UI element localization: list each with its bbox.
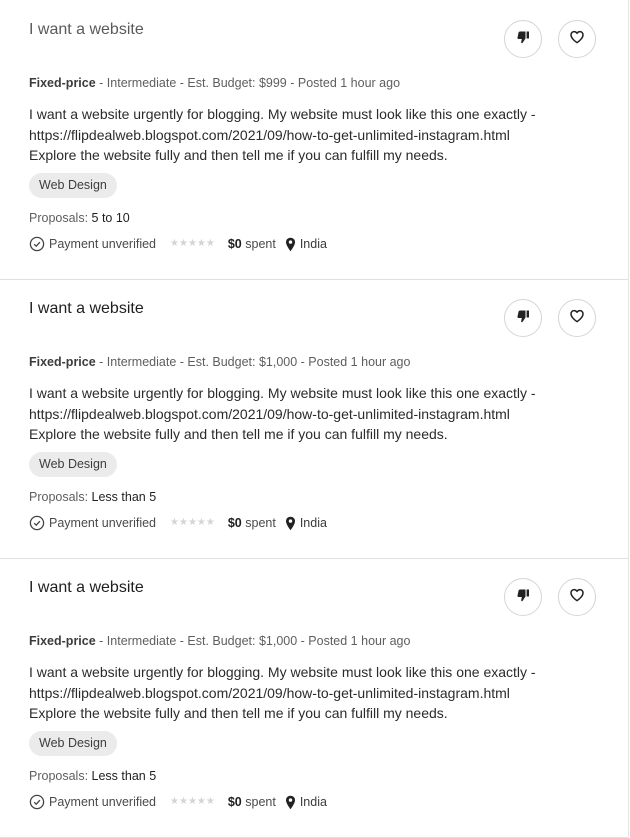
star-rating-icon: ★ ★ ★ ★ ★ [170, 517, 215, 528]
client-location: India [285, 237, 327, 252]
map-pin-icon [285, 795, 296, 810]
description-line: Explore the website fully and then tell … [29, 705, 448, 721]
location-label: India [299, 795, 327, 809]
spent-amount: $0 [227, 516, 242, 530]
job-title[interactable]: I want a website [29, 300, 144, 318]
description-line: https://flipdealweb.blogspot.com/2021/09… [29, 684, 510, 701]
job-meta: Fixed-price - Intermediate - Est. Budget… [29, 634, 410, 648]
heart-icon [569, 29, 585, 50]
description-line: I want a website urgently for blogging. … [29, 385, 536, 401]
spent-amount: $0 [227, 237, 242, 251]
description-line: I want a website urgently for blogging. … [29, 664, 536, 680]
proposals-value: 5 to 10 [91, 211, 130, 225]
map-pin-icon [285, 237, 296, 252]
proposals-value: Less than 5 [91, 769, 157, 783]
payment-status: Payment unverified [49, 237, 157, 251]
spent-label: spent [241, 795, 276, 809]
client-info: Payment unverified ★ ★ ★ ★ ★ $0 spent India [29, 235, 327, 253]
job-title[interactable]: I want a website [29, 21, 144, 39]
client-spent: $0 spent [228, 795, 276, 809]
proposals: Proposals: Less than 5 [29, 490, 156, 504]
star-rating-icon: ★ ★ ★ ★ ★ [170, 238, 215, 249]
job-description: I want a website urgently for blogging. … [29, 662, 589, 724]
check-circle-icon [29, 236, 45, 252]
skill-tag[interactable]: Web Design [29, 452, 117, 477]
thumbs-down-icon [515, 29, 531, 50]
proposals-label: Proposals: [29, 490, 92, 504]
job-meta-details: - Intermediate - Est. Budget: $1,000 - P… [95, 634, 411, 648]
job-card[interactable]: I want a website Fixed-price - Intermedi… [0, 279, 628, 559]
proposals-label: Proposals: [29, 769, 92, 783]
spent-label: spent [241, 237, 276, 251]
check-circle-icon [29, 794, 45, 810]
job-type: Fixed-price [29, 634, 96, 648]
proposals-value: Less than 5 [91, 490, 157, 504]
description-line: I want a website urgently for blogging. … [29, 106, 536, 122]
job-card[interactable]: I want a website Fixed-price - Intermedi… [0, 0, 628, 280]
spent-label: spent [241, 516, 276, 530]
heart-icon [569, 308, 585, 329]
payment-status: Payment unverified [49, 795, 157, 809]
proposals: Proposals: 5 to 10 [29, 211, 130, 225]
client-spent: $0 spent [228, 237, 276, 251]
save-job-button[interactable] [558, 578, 596, 616]
client-info: Payment unverified ★ ★ ★ ★ ★ $0 spent India [29, 793, 327, 811]
job-meta-details: - Intermediate - Est. Budget: $1,000 - P… [95, 355, 411, 369]
job-meta: Fixed-price - Intermediate - Est. Budget… [29, 355, 410, 369]
job-type: Fixed-price [29, 76, 96, 90]
thumbs-down-icon [515, 587, 531, 608]
job-title[interactable]: I want a website [29, 579, 144, 597]
location-label: India [299, 516, 327, 530]
client-info: Payment unverified ★ ★ ★ ★ ★ $0 spent India [29, 514, 327, 532]
client-spent: $0 spent [228, 516, 276, 530]
description-line: Explore the website fully and then tell … [29, 426, 448, 442]
description-line: Explore the website fully and then tell … [29, 147, 448, 163]
skill-tag[interactable]: Web Design [29, 173, 117, 198]
payment-status: Payment unverified [49, 516, 157, 530]
dislike-button[interactable] [504, 20, 542, 58]
map-pin-icon [285, 516, 296, 531]
job-card[interactable]: I want a website Fixed-price - Intermedi… [0, 558, 628, 838]
proposals: Proposals: Less than 5 [29, 769, 156, 783]
save-job-button[interactable] [558, 20, 596, 58]
star-rating-icon: ★ ★ ★ ★ ★ [170, 796, 215, 807]
description-line: https://flipdealweb.blogspot.com/2021/09… [29, 405, 510, 422]
job-meta-details: - Intermediate - Est. Budget: $999 - Pos… [95, 76, 401, 90]
client-location: India [285, 516, 327, 531]
dislike-button[interactable] [504, 299, 542, 337]
description-line: https://flipdealweb.blogspot.com/2021/09… [29, 126, 510, 143]
job-type: Fixed-price [29, 355, 96, 369]
check-circle-icon [29, 515, 45, 531]
spent-amount: $0 [227, 795, 242, 809]
job-description: I want a website urgently for blogging. … [29, 104, 589, 166]
job-feed: I want a website Fixed-price - Intermedi… [0, 0, 629, 838]
skill-tag[interactable]: Web Design [29, 731, 117, 756]
thumbs-down-icon [515, 308, 531, 329]
save-job-button[interactable] [558, 299, 596, 337]
job-description: I want a website urgently for blogging. … [29, 383, 589, 445]
proposals-label: Proposals: [29, 211, 92, 225]
job-meta: Fixed-price - Intermediate - Est. Budget… [29, 76, 400, 90]
dislike-button[interactable] [504, 578, 542, 616]
heart-icon [569, 587, 585, 608]
client-location: India [285, 795, 327, 810]
location-label: India [299, 237, 327, 251]
